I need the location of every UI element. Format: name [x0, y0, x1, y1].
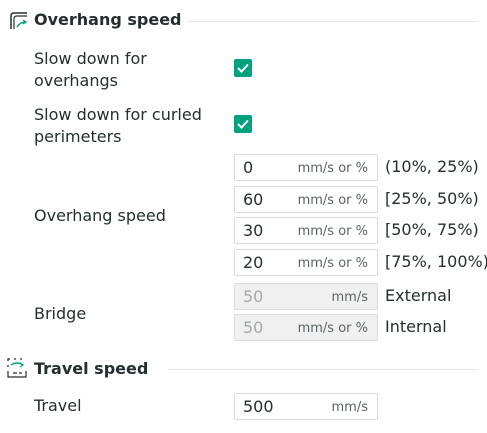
field-value: 0 [243, 158, 254, 177]
slow-down-curled-checkbox[interactable] [234, 115, 252, 133]
overhang-range-label: [50%, 75%) [385, 220, 479, 239]
label-line: perimeters [34, 127, 122, 146]
overhang-speed-0-input[interactable]: 0 mm/s or % [234, 154, 378, 181]
travel-speed-input[interactable]: 500 mm/s [234, 393, 378, 420]
label-line: Slow down for curled [34, 105, 202, 124]
field-unit: mm/s or % [297, 224, 368, 239]
field-unit: mm/s [331, 290, 368, 305]
section-title-travel-speed: Travel speed [34, 359, 149, 378]
bridge-internal-label: Internal [385, 317, 447, 336]
bridge-internal-input[interactable]: 50 mm/s or % [234, 314, 378, 341]
overhang-speed-3-input[interactable]: 20 mm/s or % [234, 249, 378, 276]
section-title-overhang-speed: Overhang speed [34, 10, 182, 29]
slow-down-overhangs-label: Slow down for overhangs [34, 48, 147, 92]
field-unit: mm/s or % [297, 161, 368, 176]
overhang-range-label: (10%, 25%) [385, 157, 479, 176]
overhang-speed-label: Overhang speed [34, 206, 166, 225]
slow-down-overhangs-checkbox[interactable] [234, 59, 252, 77]
overhang-speed-1-input[interactable]: 60 mm/s or % [234, 186, 378, 213]
section-divider [168, 369, 478, 370]
bridge-external-input[interactable]: 50 mm/s [234, 283, 378, 310]
travel-label: Travel [34, 396, 82, 415]
bridge-external-label: External [385, 286, 452, 305]
overhang-speed-2-input[interactable]: 30 mm/s or % [234, 217, 378, 244]
field-value: 20 [243, 253, 264, 272]
field-value: 30 [243, 221, 264, 240]
checkmark-icon [237, 63, 249, 73]
field-unit: mm/s or % [297, 256, 368, 271]
label-line: overhangs [34, 71, 118, 90]
field-unit: mm/s or % [297, 321, 368, 336]
field-value: 50 [243, 287, 264, 306]
field-unit: mm/s or % [297, 193, 368, 208]
slow-down-curled-label: Slow down for curled perimeters [34, 104, 202, 148]
overhang-range-label: [75%, 100%) [385, 252, 487, 271]
field-unit: mm/s [331, 400, 368, 415]
overhang-range-label: [25%, 50%) [385, 189, 479, 208]
bridge-label: Bridge [34, 304, 87, 323]
label-line: Slow down for [34, 49, 147, 68]
travel-speed-icon [6, 357, 28, 379]
field-value: 50 [243, 318, 264, 337]
field-value: 60 [243, 190, 264, 209]
checkmark-icon [237, 119, 249, 129]
overhang-speed-icon [8, 10, 30, 32]
section-divider [188, 21, 478, 22]
field-value: 500 [243, 397, 274, 416]
